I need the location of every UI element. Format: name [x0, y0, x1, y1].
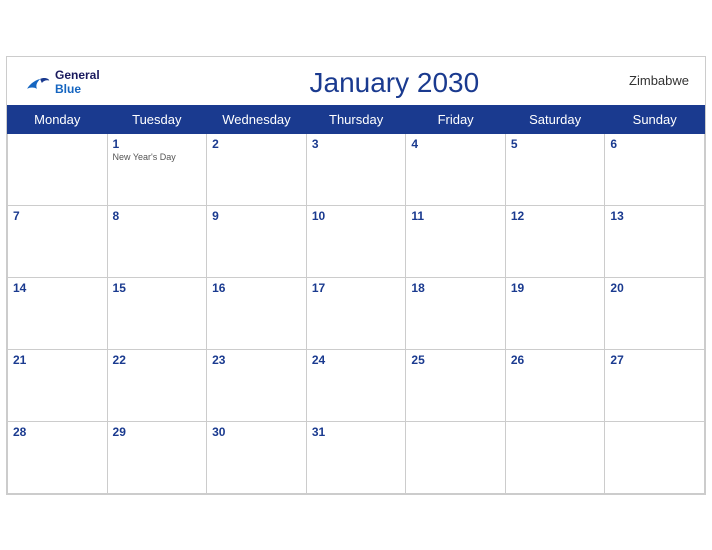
- calendar-thead: MondayTuesdayWednesdayThursdayFridaySatu…: [8, 105, 705, 133]
- calendar-header: General Blue January 2030 Zimbabwe: [7, 57, 705, 105]
- day-number: 8: [113, 209, 202, 223]
- calendar-cell: 28: [8, 421, 108, 493]
- calendar-body: 1New Year's Day2345678910111213141516171…: [8, 133, 705, 493]
- weekday-header-thursday: Thursday: [306, 105, 406, 133]
- day-number: 27: [610, 353, 699, 367]
- calendar-cell: 24: [306, 349, 406, 421]
- day-number: 12: [511, 209, 600, 223]
- day-number: 26: [511, 353, 600, 367]
- weekday-header-friday: Friday: [406, 105, 505, 133]
- day-number: 23: [212, 353, 301, 367]
- calendar-cell: 3: [306, 133, 406, 205]
- calendar-cell: 29: [107, 421, 207, 493]
- day-number: 31: [312, 425, 401, 439]
- calendar-cell: 17: [306, 277, 406, 349]
- calendar-cell: 21: [8, 349, 108, 421]
- day-number: 4: [411, 137, 499, 151]
- calendar-cell: 8: [107, 205, 207, 277]
- weekday-header-wednesday: Wednesday: [207, 105, 307, 133]
- day-number: 3: [312, 137, 401, 151]
- calendar-title: January 2030: [100, 67, 689, 99]
- country-label: Zimbabwe: [629, 73, 689, 88]
- day-number: 30: [212, 425, 301, 439]
- calendar-cell: 31: [306, 421, 406, 493]
- calendar-cell: 10: [306, 205, 406, 277]
- calendar-cell: [505, 421, 605, 493]
- day-number: 7: [13, 209, 102, 223]
- day-number: 29: [113, 425, 202, 439]
- calendar-cell: 13: [605, 205, 705, 277]
- day-number: 15: [113, 281, 202, 295]
- calendar-cell: 1New Year's Day: [107, 133, 207, 205]
- calendar-cell: 6: [605, 133, 705, 205]
- calendar-cell: 2: [207, 133, 307, 205]
- calendar-wrapper: General Blue January 2030 Zimbabwe Monda…: [6, 56, 706, 495]
- calendar-cell: 27: [605, 349, 705, 421]
- weekday-header-sunday: Sunday: [605, 105, 705, 133]
- calendar-cell: 25: [406, 349, 505, 421]
- day-number: 19: [511, 281, 600, 295]
- day-number: 18: [411, 281, 499, 295]
- calendar-cell: 7: [8, 205, 108, 277]
- day-number: 22: [113, 353, 202, 367]
- day-number: 6: [610, 137, 699, 151]
- logo-general: General: [55, 69, 100, 82]
- day-number: 1: [113, 137, 202, 151]
- day-number: 28: [13, 425, 102, 439]
- calendar-grid: MondayTuesdayWednesdayThursdayFridaySatu…: [7, 105, 705, 494]
- calendar-cell: [8, 133, 108, 205]
- day-number: 11: [411, 209, 499, 223]
- calendar-cell: 26: [505, 349, 605, 421]
- calendar-cell: 16: [207, 277, 307, 349]
- calendar-cell: 18: [406, 277, 505, 349]
- calendar-cell: 11: [406, 205, 505, 277]
- calendar-cell: 14: [8, 277, 108, 349]
- logo-texts: General Blue: [55, 69, 100, 95]
- calendar-cell: 20: [605, 277, 705, 349]
- day-number: 10: [312, 209, 401, 223]
- logo-blue: Blue: [55, 83, 100, 96]
- calendar-cell: [605, 421, 705, 493]
- weekday-header-monday: Monday: [8, 105, 108, 133]
- calendar-week-row: 1New Year's Day 23456: [8, 133, 705, 205]
- day-number: 24: [312, 353, 401, 367]
- day-number: 21: [13, 353, 102, 367]
- calendar-week-row: 14 15 16 17 18 19 20: [8, 277, 705, 349]
- day-number: 9: [212, 209, 301, 223]
- day-number: 13: [610, 209, 699, 223]
- calendar-week-row: 21 22 23 24 25 26 27: [8, 349, 705, 421]
- calendar-cell: [406, 421, 505, 493]
- calendar-cell: 19: [505, 277, 605, 349]
- weekday-header-tuesday: Tuesday: [107, 105, 207, 133]
- calendar-cell: 15: [107, 277, 207, 349]
- logo-bird-icon: [23, 74, 51, 92]
- day-number: 16: [212, 281, 301, 295]
- calendar-cell: 12: [505, 205, 605, 277]
- calendar-cell: 30: [207, 421, 307, 493]
- calendar-cell: 22: [107, 349, 207, 421]
- day-number: 14: [13, 281, 102, 295]
- calendar-week-row: 789 10 11 12 13: [8, 205, 705, 277]
- weekday-header-saturday: Saturday: [505, 105, 605, 133]
- calendar-cell: 4: [406, 133, 505, 205]
- calendar-cell: 9: [207, 205, 307, 277]
- day-number: 17: [312, 281, 401, 295]
- calendar-week-row: 28 29 30 31: [8, 421, 705, 493]
- calendar-cell: 5: [505, 133, 605, 205]
- day-number: 5: [511, 137, 600, 151]
- day-number: 20: [610, 281, 699, 295]
- holiday-label: New Year's Day: [113, 152, 202, 162]
- weekday-header-row: MondayTuesdayWednesdayThursdayFridaySatu…: [8, 105, 705, 133]
- day-number: 25: [411, 353, 499, 367]
- day-number: 2: [212, 137, 301, 151]
- calendar-cell: 23: [207, 349, 307, 421]
- logo: General Blue: [23, 69, 100, 95]
